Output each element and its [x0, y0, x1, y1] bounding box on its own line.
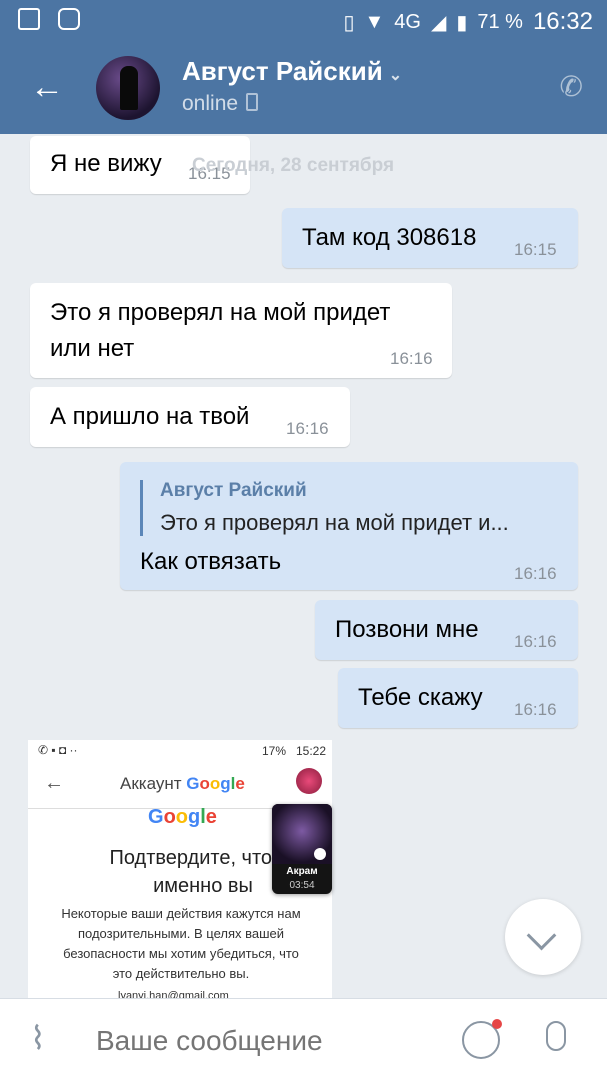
attachment-notification-icons: ✆ ▪ ◘ ·· [38, 743, 78, 757]
message-incoming[interactable]: Это я проверял на мой придет или нет 16:… [30, 283, 452, 378]
message-outgoing[interactable]: Там код 308618 16:15 [282, 208, 578, 268]
status-bar: ▯ ▼ 4G ◢ ▮ 71 % 16:32 [0, 0, 607, 42]
message-outgoing[interactable]: Тебе скажу 16:16 [338, 668, 578, 728]
attachment-avatar [296, 768, 322, 794]
date-divider: Сегодня, 28 сентября [192, 155, 395, 176]
caller-name: Акрам [286, 866, 318, 877]
attachment-battery: 17% [262, 744, 287, 758]
network-type: 4G [394, 10, 421, 33]
clock: 16:32 [532, 8, 593, 35]
message-time: 16:16 [390, 349, 433, 368]
sticker-notification-dot [492, 1019, 502, 1029]
sticker-smile-icon[interactable] [462, 1019, 502, 1059]
chat-header: ← Август Райский ⌄ online ✆ [0, 42, 607, 134]
attachment-status-bar: ✆ ▪ ◘ ·· 17% 15:22 [28, 740, 332, 762]
battery-icon: ▮ [456, 11, 468, 34]
message-text-line: или нет [50, 335, 135, 362]
message-text: Тебе скажу [358, 684, 483, 711]
microphone-icon[interactable] [546, 1021, 566, 1051]
attachment-back-arrow-icon: ← [44, 772, 64, 794]
battery-percent: 71 % [477, 10, 523, 33]
call-duration: 03:54 [289, 880, 315, 891]
message-time: 16:16 [514, 700, 557, 719]
scroll-to-bottom-button[interactable] [505, 899, 581, 975]
message-text: Я не вижу [50, 150, 162, 177]
message-text: Там код 308618 [302, 224, 477, 251]
vibrate-icon: ▯ [343, 11, 355, 34]
phone-call-icon [314, 848, 326, 860]
message-time: 16:16 [286, 419, 329, 438]
message-time: 16:16 [514, 632, 557, 651]
gallery-notification-icon [18, 8, 40, 30]
google-logo: Google [148, 806, 217, 828]
message-text: Позвони мне [335, 616, 479, 643]
reply-snippet: Это я проверял на мой придет и... [160, 510, 509, 535]
reply-quote-bar [140, 480, 143, 536]
message-time: 16:16 [514, 564, 557, 583]
message-incoming[interactable]: А пришло на твой 16:16 [30, 387, 350, 447]
signal-icon: ◢ [430, 11, 447, 34]
reply-author: Август Райский [160, 480, 307, 501]
message-notification-icon [58, 8, 80, 30]
attachment-email: lyanyi.han@gmail.com [118, 990, 229, 998]
paperclip-icon[interactable]: ⌇ [30, 1019, 46, 1057]
chevron-down-icon: ⌄ [388, 67, 403, 84]
message-text-line: Это я проверял на мой придет [50, 299, 391, 326]
attachment-time: 15:22 [296, 744, 327, 758]
contact-avatar[interactable] [96, 56, 160, 120]
call-overlay-card: Акрам 03:54 [272, 804, 332, 894]
call-icon[interactable]: ✆ [560, 70, 583, 103]
message-time: 16:15 [514, 240, 557, 259]
contact-status: online [182, 92, 259, 116]
wifi-icon: ▼ [364, 10, 385, 33]
chevron-down-icon [526, 920, 557, 951]
message-composer: ⌇ [0, 998, 607, 1081]
message-input[interactable] [96, 1025, 426, 1057]
message-text: Как отвязать [140, 548, 282, 575]
attachment-title: Аккаунт Google [120, 774, 245, 793]
contact-name: Август Райский [182, 56, 383, 86]
message-outgoing[interactable]: Позвони мне 16:16 [315, 600, 578, 660]
attachment-body-text: Некоторые ваши действия кажутся нам подоз… [61, 906, 301, 981]
attachment-header: ← Аккаунт Google [28, 762, 332, 809]
message-outgoing-reply[interactable]: Август Райский Это я проверял на мой при… [120, 462, 578, 590]
mobile-device-icon [246, 93, 259, 111]
message-text: А пришло на твой [50, 403, 250, 430]
contact-name-button[interactable]: Август Райский ⌄ [182, 56, 402, 87]
back-arrow-icon[interactable]: ← [30, 70, 64, 104]
